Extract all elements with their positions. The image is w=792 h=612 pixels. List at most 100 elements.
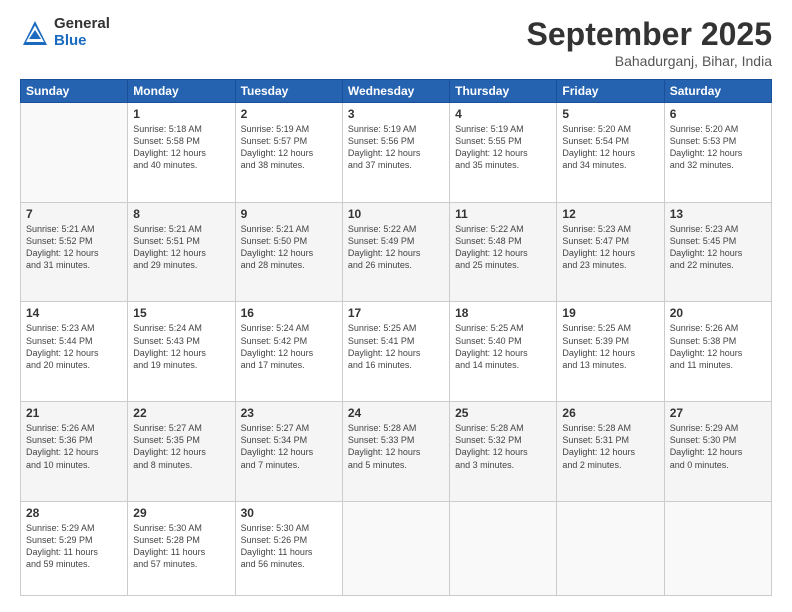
cell-info: Sunrise: 5:22 AM Sunset: 5:48 PM Dayligh… [455, 223, 551, 272]
cell-info: Sunrise: 5:30 AM Sunset: 5:26 PM Dayligh… [241, 522, 337, 571]
cell-info: Sunrise: 5:28 AM Sunset: 5:31 PM Dayligh… [562, 422, 658, 471]
cell-info: Sunrise: 5:28 AM Sunset: 5:33 PM Dayligh… [348, 422, 444, 471]
cell-info: Sunrise: 5:26 AM Sunset: 5:38 PM Dayligh… [670, 322, 766, 371]
col-sunday: Sunday [21, 80, 128, 103]
header: General Blue September 2025 Bahadurganj,… [20, 16, 772, 69]
day-number: 22 [133, 406, 229, 420]
calendar-cell-0-6: 6 Sunrise: 5:20 AM Sunset: 5:53 PM Daylig… [664, 103, 771, 203]
calendar-cell-0-3: 3 Sunrise: 5:19 AM Sunset: 5:56 PM Daylig… [342, 103, 449, 203]
day-number: 28 [26, 506, 122, 520]
cell-info: Sunrise: 5:21 AM Sunset: 5:50 PM Dayligh… [241, 223, 337, 272]
cell-info: Sunrise: 5:22 AM Sunset: 5:49 PM Dayligh… [348, 223, 444, 272]
calendar-cell-4-6 [664, 501, 771, 595]
calendar-cell-4-5 [557, 501, 664, 595]
month-title: September 2025 [527, 16, 772, 53]
calendar-cell-3-5: 26 Sunrise: 5:28 AM Sunset: 5:31 PM Dayli… [557, 402, 664, 502]
col-thursday: Thursday [450, 80, 557, 103]
cell-info: Sunrise: 5:21 AM Sunset: 5:51 PM Dayligh… [133, 223, 229, 272]
calendar-cell-1-5: 12 Sunrise: 5:23 AM Sunset: 5:47 PM Dayli… [557, 202, 664, 302]
page: General Blue September 2025 Bahadurganj,… [0, 0, 792, 612]
day-number: 4 [455, 107, 551, 121]
cell-info: Sunrise: 5:23 AM Sunset: 5:47 PM Dayligh… [562, 223, 658, 272]
calendar-cell-3-0: 21 Sunrise: 5:26 AM Sunset: 5:36 PM Dayli… [21, 402, 128, 502]
calendar-cell-2-0: 14 Sunrise: 5:23 AM Sunset: 5:44 PM Dayli… [21, 302, 128, 402]
calendar-cell-2-2: 16 Sunrise: 5:24 AM Sunset: 5:42 PM Dayli… [235, 302, 342, 402]
calendar-cell-2-6: 20 Sunrise: 5:26 AM Sunset: 5:38 PM Dayli… [664, 302, 771, 402]
calendar-week-row-4: 28 Sunrise: 5:29 AM Sunset: 5:29 PM Dayli… [21, 501, 772, 595]
cell-info: Sunrise: 5:19 AM Sunset: 5:57 PM Dayligh… [241, 123, 337, 172]
day-number: 25 [455, 406, 551, 420]
day-number: 12 [562, 207, 658, 221]
cell-info: Sunrise: 5:25 AM Sunset: 5:40 PM Dayligh… [455, 322, 551, 371]
day-number: 26 [562, 406, 658, 420]
calendar-cell-4-0: 28 Sunrise: 5:29 AM Sunset: 5:29 PM Dayli… [21, 501, 128, 595]
cell-info: Sunrise: 5:20 AM Sunset: 5:53 PM Dayligh… [670, 123, 766, 172]
calendar-week-row-3: 21 Sunrise: 5:26 AM Sunset: 5:36 PM Dayli… [21, 402, 772, 502]
calendar-table: Sunday Monday Tuesday Wednesday Thursday… [20, 79, 772, 596]
day-number: 14 [26, 306, 122, 320]
cell-info: Sunrise: 5:30 AM Sunset: 5:28 PM Dayligh… [133, 522, 229, 571]
cell-info: Sunrise: 5:27 AM Sunset: 5:34 PM Dayligh… [241, 422, 337, 471]
calendar-cell-0-1: 1 Sunrise: 5:18 AM Sunset: 5:58 PM Daylig… [128, 103, 235, 203]
day-number: 24 [348, 406, 444, 420]
day-number: 27 [670, 406, 766, 420]
title-area: September 2025 Bahadurganj, Bihar, India [527, 16, 772, 69]
cell-info: Sunrise: 5:23 AM Sunset: 5:44 PM Dayligh… [26, 322, 122, 371]
day-number: 11 [455, 207, 551, 221]
calendar-cell-1-6: 13Sunrise: 5:23 AM Sunset: 5:45 PM Dayli… [664, 202, 771, 302]
day-number: 7 [26, 207, 122, 221]
calendar-cell-4-2: 30 Sunrise: 5:30 AM Sunset: 5:26 PM Dayli… [235, 501, 342, 595]
calendar-cell-4-3 [342, 501, 449, 595]
calendar-cell-0-4: 4Sunrise: 5:19 AM Sunset: 5:55 PM Daylig… [450, 103, 557, 203]
day-number: 29 [133, 506, 229, 520]
cell-info: Sunrise: 5:24 AM Sunset: 5:42 PM Dayligh… [241, 322, 337, 371]
day-number: 8 [133, 207, 229, 221]
calendar-week-row-1: 7 Sunrise: 5:21 AM Sunset: 5:52 PM Daylig… [21, 202, 772, 302]
col-monday: Monday [128, 80, 235, 103]
cell-info: Sunrise: 5:24 AM Sunset: 5:43 PM Dayligh… [133, 322, 229, 371]
col-tuesday: Tuesday [235, 80, 342, 103]
cell-info: Sunrise: 5:25 AM Sunset: 5:41 PM Dayligh… [348, 322, 444, 371]
calendar-week-row-0: 1 Sunrise: 5:18 AM Sunset: 5:58 PM Daylig… [21, 103, 772, 203]
day-number: 6 [670, 107, 766, 121]
calendar-cell-3-3: 24 Sunrise: 5:28 AM Sunset: 5:33 PM Dayli… [342, 402, 449, 502]
calendar-cell-4-4 [450, 501, 557, 595]
cell-info: Sunrise: 5:19 AM Sunset: 5:56 PM Dayligh… [348, 123, 444, 172]
day-number: 13 [670, 207, 766, 221]
calendar-cell-3-1: 22Sunrise: 5:27 AM Sunset: 5:35 PM Dayli… [128, 402, 235, 502]
calendar-cell-4-1: 29 Sunrise: 5:30 AM Sunset: 5:28 PM Dayli… [128, 501, 235, 595]
day-number: 20 [670, 306, 766, 320]
day-number: 17 [348, 306, 444, 320]
cell-info: Sunrise: 5:21 AM Sunset: 5:52 PM Dayligh… [26, 223, 122, 272]
day-number: 16 [241, 306, 337, 320]
day-number: 10 [348, 207, 444, 221]
calendar-cell-3-4: 25 Sunrise: 5:28 AM Sunset: 5:32 PM Dayli… [450, 402, 557, 502]
day-number: 23 [241, 406, 337, 420]
day-number: 30 [241, 506, 337, 520]
calendar-cell-1-3: 10 Sunrise: 5:22 AM Sunset: 5:49 PM Dayli… [342, 202, 449, 302]
cell-info: Sunrise: 5:29 AM Sunset: 5:30 PM Dayligh… [670, 422, 766, 471]
cell-info: Sunrise: 5:18 AM Sunset: 5:58 PM Dayligh… [133, 123, 229, 172]
calendar-cell-2-3: 17 Sunrise: 5:25 AM Sunset: 5:41 PM Dayli… [342, 302, 449, 402]
day-number: 19 [562, 306, 658, 320]
location: Bahadurganj, Bihar, India [527, 53, 772, 69]
logo-text: General Blue [54, 16, 110, 49]
cell-info: Sunrise: 5:20 AM Sunset: 5:54 PM Dayligh… [562, 123, 658, 172]
day-number: 15 [133, 306, 229, 320]
day-number: 9 [241, 207, 337, 221]
col-friday: Friday [557, 80, 664, 103]
calendar-cell-2-4: 18Sunrise: 5:25 AM Sunset: 5:40 PM Dayli… [450, 302, 557, 402]
logo-general-text: General [54, 16, 110, 33]
calendar-header-row: Sunday Monday Tuesday Wednesday Thursday… [21, 80, 772, 103]
calendar-cell-2-1: 15 Sunrise: 5:24 AM Sunset: 5:43 PM Dayli… [128, 302, 235, 402]
calendar-cell-1-2: 9 Sunrise: 5:21 AM Sunset: 5:50 PM Daylig… [235, 202, 342, 302]
cell-info: Sunrise: 5:26 AM Sunset: 5:36 PM Dayligh… [26, 422, 122, 471]
day-number: 5 [562, 107, 658, 121]
calendar-cell-2-5: 19Sunrise: 5:25 AM Sunset: 5:39 PM Dayli… [557, 302, 664, 402]
col-saturday: Saturday [664, 80, 771, 103]
day-number: 1 [133, 107, 229, 121]
cell-info: Sunrise: 5:28 AM Sunset: 5:32 PM Dayligh… [455, 422, 551, 471]
day-number: 21 [26, 406, 122, 420]
day-number: 3 [348, 107, 444, 121]
cell-info: Sunrise: 5:29 AM Sunset: 5:29 PM Dayligh… [26, 522, 122, 571]
